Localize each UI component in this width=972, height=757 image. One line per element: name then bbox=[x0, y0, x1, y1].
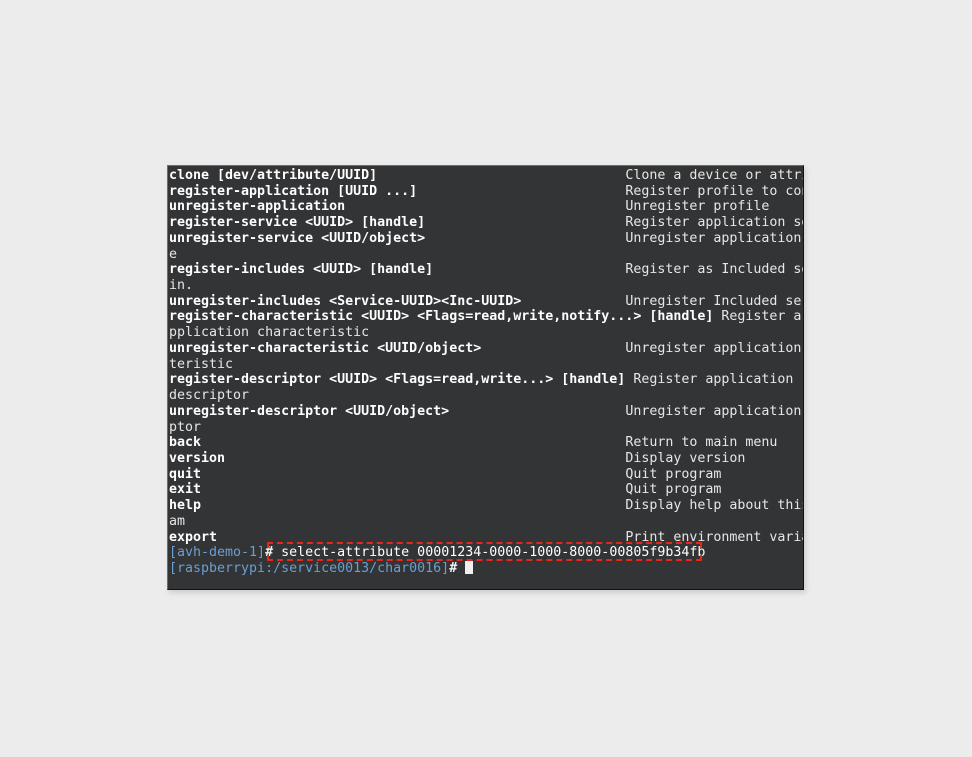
command-syntax: help bbox=[169, 498, 626, 514]
terminal-text-line: register-includes <UUID> [handle] Regist… bbox=[169, 262, 803, 278]
terminal-text-line: version Display version bbox=[169, 451, 803, 467]
command-description: descriptor bbox=[169, 388, 250, 404]
command-description: Unregister application charac bbox=[625, 340, 802, 356]
prompt-host-label-active: [raspberrypi:/service0013/char0016] bbox=[169, 560, 450, 576]
command-description: Unregister Included service. bbox=[625, 293, 803, 309]
command-description: Register application bbox=[633, 372, 794, 388]
command-description: Display version bbox=[625, 450, 746, 466]
prompt-hash-symbol-active: # bbox=[449, 560, 466, 576]
command-syntax: unregister-application bbox=[169, 199, 626, 215]
command-description: Register profile to connect bbox=[625, 183, 803, 199]
terminal-text-line: unregister-characteristic <UUID/object> … bbox=[169, 341, 803, 357]
command-description: in. bbox=[169, 278, 194, 294]
command-description: pplication characteristic bbox=[169, 325, 370, 341]
command-description: Unregister profile bbox=[625, 199, 770, 215]
terminal-text-line: teristic bbox=[169, 357, 803, 373]
command-description: Display help about this progr bbox=[625, 498, 803, 514]
terminal-text-line: register-characteristic <UUID> <Flags=re… bbox=[169, 309, 803, 325]
command-syntax: register-service <UUID> [handle] bbox=[169, 215, 626, 231]
command-description: Register as Included service bbox=[625, 262, 803, 278]
command-description: e bbox=[169, 246, 178, 262]
command-description: Unregister application descri bbox=[625, 403, 802, 419]
terminal-text-line: unregister-descriptor <UUID/object> Unre… bbox=[169, 404, 803, 420]
terminal-text-line: clone [dev/attribute/UUID] Clone a devic… bbox=[169, 168, 803, 184]
command-syntax: clone [dev/attribute/UUID] bbox=[169, 168, 626, 183]
command-syntax: version bbox=[169, 450, 626, 466]
prompt-line-executed: [avh-demo-1]# select-attribute 00001234-… bbox=[169, 545, 803, 561]
terminal-text-line: back Return to main menu bbox=[169, 435, 803, 451]
command-syntax: register-characteristic <UUID> <Flags=re… bbox=[169, 309, 722, 325]
terminal-text-line: export Print environment variables bbox=[169, 530, 803, 546]
command-syntax: unregister-service <UUID/object> bbox=[169, 230, 626, 246]
terminal-text-line: unregister-includes <Service-UUID><Inc-U… bbox=[169, 294, 803, 310]
command-syntax: unregister-descriptor <UUID/object> bbox=[169, 403, 626, 419]
terminal-text-line: exit Quit program bbox=[169, 482, 803, 498]
command-description: Register application service. bbox=[625, 215, 803, 231]
command-syntax: export bbox=[169, 529, 626, 545]
terminal-text-line: e bbox=[169, 247, 803, 263]
command-description: Quit program bbox=[625, 482, 722, 498]
command-syntax: quit bbox=[169, 466, 626, 482]
terminal-text-line: register-application [UUID ...] Register… bbox=[169, 184, 803, 200]
prompt-hash-symbol: # bbox=[265, 545, 282, 561]
text-cursor bbox=[465, 560, 474, 574]
command-syntax: unregister-includes <Service-UUID><Inc-U… bbox=[169, 293, 626, 309]
command-description: am bbox=[169, 513, 186, 529]
command-description: Register a bbox=[721, 309, 802, 325]
terminal-text-line: in. bbox=[169, 278, 803, 294]
terminal-text-line: ptor bbox=[169, 420, 803, 436]
terminal-text-line: unregister-application Unregister profil… bbox=[169, 199, 803, 215]
command-description: teristic bbox=[169, 356, 234, 372]
terminal-text-line: pplication characteristic bbox=[169, 325, 803, 341]
prompt-host-label: [avh-demo-1] bbox=[169, 545, 266, 561]
terminal-text-line: help Display help about this progr bbox=[169, 498, 803, 514]
command-syntax: exit bbox=[169, 482, 626, 498]
terminal-text-line: am bbox=[169, 514, 803, 530]
command-syntax: back bbox=[169, 435, 626, 451]
terminal-screen[interactable]: clone [dev/attribute/UUID] Clone a devic… bbox=[168, 166, 803, 589]
command-description: ptor bbox=[169, 419, 202, 435]
command-syntax: unregister-characteristic <UUID/object> bbox=[169, 340, 626, 356]
terminal-text-line: register-descriptor <UUID> <Flags=read,w… bbox=[169, 372, 803, 388]
terminal-window[interactable]: clone [dev/attribute/UUID] Clone a devic… bbox=[167, 165, 804, 590]
terminal-text-line: register-service <UUID> [handle] Registe… bbox=[169, 215, 803, 231]
prompt-line-active[interactable]: [raspberrypi:/service0013/char0016]# bbox=[169, 560, 803, 577]
command-description: Unregister application servic bbox=[625, 230, 802, 246]
command-syntax: register-includes <UUID> [handle] bbox=[169, 262, 626, 278]
command-description: Print environment variables bbox=[625, 529, 803, 545]
command-syntax: register-descriptor <UUID> <Flags=read,w… bbox=[169, 372, 634, 388]
command-description: Return to main menu bbox=[625, 435, 778, 451]
command-syntax: register-application [UUID ...] bbox=[169, 183, 626, 199]
terminal-text-line: descriptor bbox=[169, 388, 803, 404]
command-description: Quit program bbox=[625, 466, 722, 482]
terminal-text-line: quit Quit program bbox=[169, 467, 803, 483]
command-description: Clone a device or attribute bbox=[625, 168, 803, 183]
command-help-list: clone [dev/attribute/UUID] Clone a devic… bbox=[169, 168, 803, 545]
typed-command-text: select-attribute 00001234-0000-1000-8000… bbox=[281, 545, 706, 561]
terminal-text-line: unregister-service <UUID/object> Unregis… bbox=[169, 231, 803, 247]
